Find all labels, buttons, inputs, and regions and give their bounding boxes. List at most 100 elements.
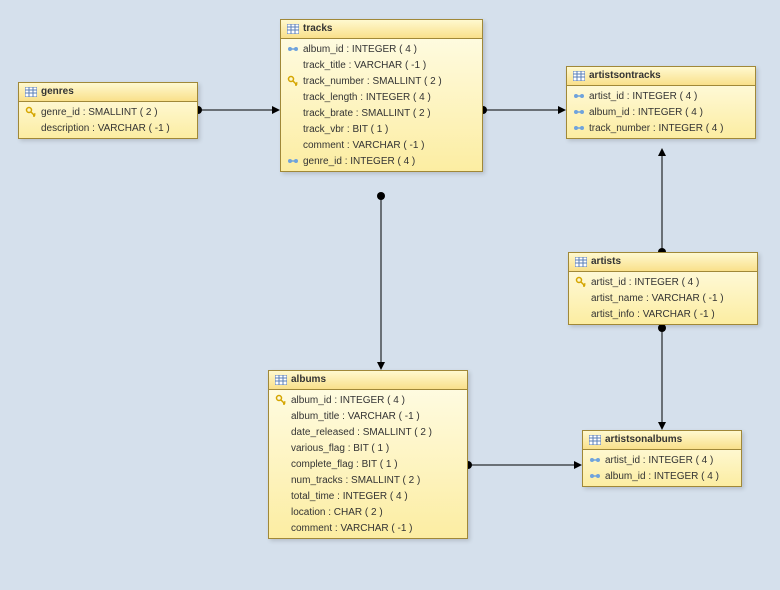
column-row[interactable]: artist_id : INTEGER ( 4 ) bbox=[567, 88, 755, 104]
column-row[interactable]: genre_id : INTEGER ( 4 ) bbox=[281, 153, 482, 169]
entity-title: tracks bbox=[303, 23, 332, 34]
column-label: artist_id : INTEGER ( 4 ) bbox=[589, 91, 697, 102]
primary-key-icon bbox=[275, 394, 287, 406]
blank-icon bbox=[287, 59, 299, 71]
entity-title: artistsontracks bbox=[589, 70, 661, 81]
blank-icon bbox=[25, 122, 37, 134]
column-row[interactable]: complete_flag : BIT ( 1 ) bbox=[269, 456, 467, 472]
table-icon bbox=[575, 257, 587, 267]
column-row[interactable]: album_id : INTEGER ( 4 ) bbox=[281, 41, 482, 57]
column-row[interactable]: num_tracks : SMALLINT ( 2 ) bbox=[269, 472, 467, 488]
table-icon bbox=[275, 375, 287, 385]
blank-icon bbox=[275, 506, 287, 518]
column-label: complete_flag : BIT ( 1 ) bbox=[291, 459, 398, 470]
column-label: total_time : INTEGER ( 4 ) bbox=[291, 491, 408, 502]
entity-header: artistsontracks bbox=[567, 67, 755, 86]
blank-icon bbox=[287, 107, 299, 119]
column-label: comment : VARCHAR ( -1 ) bbox=[303, 140, 425, 151]
column-row[interactable]: track_number : SMALLINT ( 2 ) bbox=[281, 73, 482, 89]
entity-title: artistsonalbums bbox=[605, 434, 682, 445]
entity-header: albums bbox=[269, 371, 467, 390]
blank-icon bbox=[287, 123, 299, 135]
blank-icon bbox=[287, 91, 299, 103]
entity-genres[interactable]: genres genre_id : SMALLINT ( 2 ) descript… bbox=[18, 82, 198, 139]
column-label: track_number : SMALLINT ( 2 ) bbox=[303, 76, 442, 87]
table-icon bbox=[25, 87, 37, 97]
foreign-key-icon bbox=[589, 470, 601, 482]
entity-columns: genre_id : SMALLINT ( 2 ) description : V… bbox=[19, 102, 197, 138]
entity-artistsontracks[interactable]: artistsontracks artist_id : INTEGER ( 4 … bbox=[566, 66, 756, 139]
entity-title: genres bbox=[41, 86, 74, 97]
entity-header: genres bbox=[19, 83, 197, 102]
table-icon bbox=[573, 71, 585, 81]
entity-albums[interactable]: albums album_id : INTEGER ( 4 ) album_tit… bbox=[268, 370, 468, 539]
column-row[interactable]: album_title : VARCHAR ( -1 ) bbox=[269, 408, 467, 424]
column-row[interactable]: track_title : VARCHAR ( -1 ) bbox=[281, 57, 482, 73]
blank-icon bbox=[275, 458, 287, 470]
column-label: artist_id : INTEGER ( 4 ) bbox=[591, 277, 699, 288]
entity-title: artists bbox=[591, 256, 621, 267]
primary-key-icon bbox=[575, 276, 587, 288]
column-label: track_brate : SMALLINT ( 2 ) bbox=[303, 108, 431, 119]
column-row[interactable]: genre_id : SMALLINT ( 2 ) bbox=[19, 104, 197, 120]
entity-header: tracks bbox=[281, 20, 482, 39]
column-row[interactable]: track_number : INTEGER ( 4 ) bbox=[567, 120, 755, 136]
entity-columns: artist_id : INTEGER ( 4 ) artist_name : V… bbox=[569, 272, 757, 324]
blank-icon bbox=[275, 522, 287, 534]
column-label: artist_info : VARCHAR ( -1 ) bbox=[591, 309, 715, 320]
column-label: artist_name : VARCHAR ( -1 ) bbox=[591, 293, 724, 304]
column-row[interactable]: artist_id : INTEGER ( 4 ) bbox=[569, 274, 757, 290]
column-row[interactable]: album_id : INTEGER ( 4 ) bbox=[583, 468, 741, 484]
column-label: various_flag : BIT ( 1 ) bbox=[291, 443, 389, 454]
column-label: album_id : INTEGER ( 4 ) bbox=[291, 395, 405, 406]
primary-key-icon bbox=[287, 75, 299, 87]
column-label: comment : VARCHAR ( -1 ) bbox=[291, 523, 413, 534]
foreign-key-icon bbox=[573, 90, 585, 102]
column-row[interactable]: various_flag : BIT ( 1 ) bbox=[269, 440, 467, 456]
column-row[interactable]: track_vbr : BIT ( 1 ) bbox=[281, 121, 482, 137]
column-label: date_released : SMALLINT ( 2 ) bbox=[291, 427, 432, 438]
entity-tracks[interactable]: tracks album_id : INTEGER ( 4 ) track_tit… bbox=[280, 19, 483, 172]
column-row[interactable]: date_released : SMALLINT ( 2 ) bbox=[269, 424, 467, 440]
column-label: album_id : INTEGER ( 4 ) bbox=[589, 107, 703, 118]
column-row[interactable]: track_length : INTEGER ( 4 ) bbox=[281, 89, 482, 105]
column-row[interactable]: album_id : INTEGER ( 4 ) bbox=[567, 104, 755, 120]
blank-icon bbox=[275, 426, 287, 438]
blank-icon bbox=[275, 490, 287, 502]
column-label: album_id : INTEGER ( 4 ) bbox=[605, 471, 719, 482]
entity-header: artists bbox=[569, 253, 757, 272]
column-row[interactable]: description : VARCHAR ( -1 ) bbox=[19, 120, 197, 136]
column-label: track_length : INTEGER ( 4 ) bbox=[303, 92, 431, 103]
primary-key-icon bbox=[25, 106, 37, 118]
blank-icon bbox=[575, 292, 587, 304]
column-row[interactable]: total_time : INTEGER ( 4 ) bbox=[269, 488, 467, 504]
blank-icon bbox=[275, 410, 287, 422]
column-row[interactable]: location : CHAR ( 2 ) bbox=[269, 504, 467, 520]
entity-columns: album_id : INTEGER ( 4 ) album_title : VA… bbox=[269, 390, 467, 538]
entity-title: albums bbox=[291, 374, 326, 385]
column-label: genre_id : INTEGER ( 4 ) bbox=[303, 156, 415, 167]
entity-artists[interactable]: artists artist_id : INTEGER ( 4 )artist_… bbox=[568, 252, 758, 325]
column-row[interactable]: artist_id : INTEGER ( 4 ) bbox=[583, 452, 741, 468]
column-label: genre_id : SMALLINT ( 2 ) bbox=[41, 107, 158, 118]
entity-artistsonalbums[interactable]: artistsonalbums artist_id : INTEGER ( 4 … bbox=[582, 430, 742, 487]
column-label: track_title : VARCHAR ( -1 ) bbox=[303, 60, 426, 71]
foreign-key-icon bbox=[573, 106, 585, 118]
foreign-key-icon bbox=[287, 43, 299, 55]
column-label: artist_id : INTEGER ( 4 ) bbox=[605, 455, 713, 466]
table-icon bbox=[287, 24, 299, 34]
column-label: album_title : VARCHAR ( -1 ) bbox=[291, 411, 420, 422]
entity-header: artistsonalbums bbox=[583, 431, 741, 450]
column-label: track_vbr : BIT ( 1 ) bbox=[303, 124, 388, 135]
entity-columns: album_id : INTEGER ( 4 ) track_title : VA… bbox=[281, 39, 482, 171]
foreign-key-icon bbox=[589, 454, 601, 466]
column-label: num_tracks : SMALLINT ( 2 ) bbox=[291, 475, 420, 486]
blank-icon bbox=[287, 139, 299, 151]
column-row[interactable]: artist_info : VARCHAR ( -1 ) bbox=[569, 306, 757, 322]
column-row[interactable]: comment : VARCHAR ( -1 ) bbox=[269, 520, 467, 536]
column-row[interactable]: artist_name : VARCHAR ( -1 ) bbox=[569, 290, 757, 306]
column-row[interactable]: track_brate : SMALLINT ( 2 ) bbox=[281, 105, 482, 121]
column-row[interactable]: album_id : INTEGER ( 4 ) bbox=[269, 392, 467, 408]
column-row[interactable]: comment : VARCHAR ( -1 ) bbox=[281, 137, 482, 153]
foreign-key-icon bbox=[573, 122, 585, 134]
